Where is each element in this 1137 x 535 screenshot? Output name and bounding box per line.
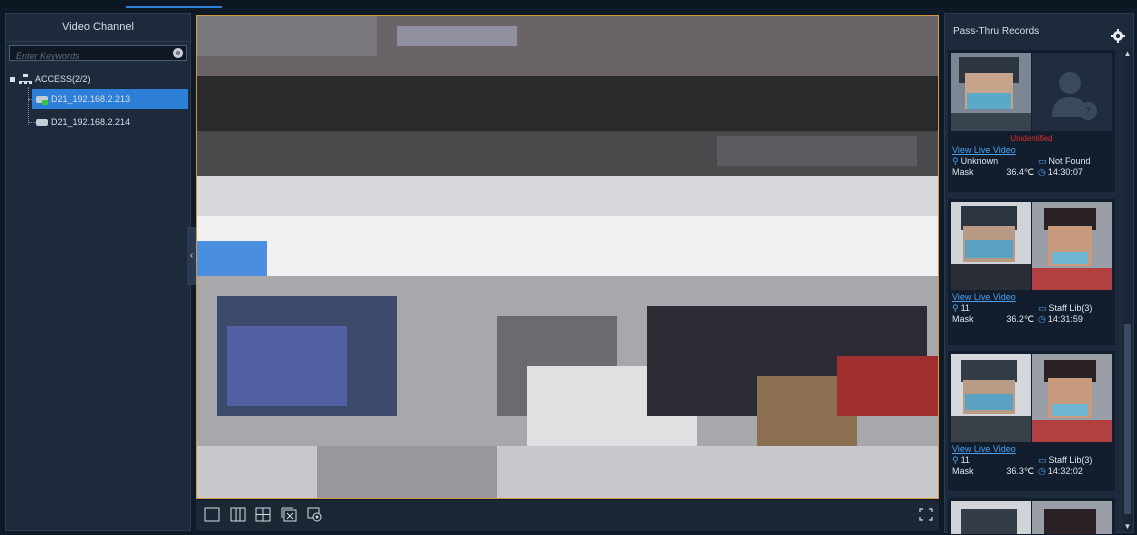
search-input[interactable] xyxy=(10,49,176,63)
record-photos: ? xyxy=(948,50,1115,132)
collapse-icon[interactable] xyxy=(10,76,15,82)
camera-icon xyxy=(36,118,48,126)
library-name: Not Found xyxy=(1048,156,1091,166)
capture-time: 14:30:07 xyxy=(1047,167,1083,177)
library-name: Staff Lib(3) xyxy=(1048,455,1093,465)
clock-icon: ◷ xyxy=(1038,314,1046,324)
panel-title: Video Channel xyxy=(6,14,190,42)
tree-item-camera-1[interactable]: D21_192.168.2.213 xyxy=(32,89,188,109)
tree-item-label: D21_192.168.2.213 xyxy=(51,94,131,104)
library-icon: ▭ xyxy=(1038,455,1047,465)
person-name: Unknown xyxy=(960,156,999,166)
single-view-icon[interactable] xyxy=(204,507,220,522)
captured-face-photo xyxy=(951,354,1031,442)
mask-label: Mask xyxy=(952,167,974,177)
view-live-video-link[interactable]: View Live Video xyxy=(948,443,1115,455)
camera-online-icon xyxy=(36,95,48,105)
record-row: ⚲ 11 ▭ Staff Lib(3) xyxy=(948,455,1115,466)
scrollbar-thumb[interactable] xyxy=(1124,324,1131,514)
four-split-icon[interactable] xyxy=(255,507,271,522)
clock-icon: ◷ xyxy=(1038,466,1046,476)
person-name: 11 xyxy=(960,303,970,313)
svg-text:?: ? xyxy=(1085,105,1091,118)
clear-search-icon[interactable] xyxy=(173,48,183,58)
library-face-photo xyxy=(1032,354,1112,442)
captured-face-photo xyxy=(951,53,1031,131)
clock-icon: ◷ xyxy=(1038,167,1046,177)
gear-icon[interactable] xyxy=(1111,23,1125,43)
collapse-panel-button[interactable]: ‹ xyxy=(187,227,196,285)
library-icon: ▭ xyxy=(1038,303,1047,313)
record-photos xyxy=(948,199,1115,291)
record-photos xyxy=(948,351,1115,443)
record-row: Mask 36.3℃ ◷ 14:32:02 xyxy=(948,466,1115,477)
video-channel-panel: Video Channel ACCESS(2/2) D21_192.168.2.… xyxy=(5,13,191,531)
pass-thru-records-panel: Pass-Thru Records ? Unidentified View Li… xyxy=(944,13,1134,534)
tree-item-label: D21_192.168.2.214 xyxy=(51,117,131,127)
network-icon xyxy=(19,74,32,84)
captured-face-photo xyxy=(951,501,1031,534)
close-all-icon[interactable] xyxy=(281,507,297,522)
record-row: ⚲ 11 ▭ Staff Lib(3) xyxy=(948,303,1115,314)
capture-time: 14:32:02 xyxy=(1047,466,1083,476)
mask-label: Mask xyxy=(952,314,974,324)
capture-time: 14:31:59 xyxy=(1047,314,1083,324)
search-box xyxy=(9,45,187,63)
captured-face-photo xyxy=(951,202,1031,290)
library-face-photo xyxy=(1032,501,1112,534)
snapshot-icon[interactable] xyxy=(307,507,323,522)
record-row: Mask 36.2℃ ◷ 14:31:59 xyxy=(948,314,1115,325)
scroll-down-icon[interactable]: ▼ xyxy=(1123,522,1132,531)
panel-title-text: Pass-Thru Records xyxy=(953,26,1040,37)
tree-node-label: ACCESS(2/2) xyxy=(35,74,91,84)
fullscreen-icon[interactable] xyxy=(918,507,934,522)
mask-label: Mask xyxy=(952,466,974,476)
library-face-photo xyxy=(1032,202,1112,290)
library-icon: ▭ xyxy=(1038,156,1047,166)
scroll-up-icon[interactable]: ▲ xyxy=(1123,49,1132,58)
device-tree: ACCESS(2/2) D21_192.168.2.213 D21_192.16… xyxy=(6,71,190,132)
panel-title: Pass-Thru Records xyxy=(945,14,1133,50)
record-row: ⚲ Unknown ▭ Not Found xyxy=(948,156,1115,167)
person-name: 11 xyxy=(960,455,970,465)
three-split-icon[interactable] xyxy=(230,507,246,522)
record-card[interactable]: View Live Video ⚲ 11 ▭ Staff Lib(3) Mask 36… xyxy=(948,199,1115,345)
temperature: 36.4℃ xyxy=(1006,167,1034,177)
status-badge: Unidentified xyxy=(1010,134,1053,143)
view-live-video-link[interactable]: View Live Video xyxy=(948,291,1115,303)
record-card[interactable]: View Live Video ⚲ 11 ▭ Staff Lib(3) Mask 36… xyxy=(948,351,1115,491)
unknown-person-icon: ? xyxy=(1032,53,1112,131)
person-icon: ⚲ xyxy=(952,156,959,166)
temperature: 36.3℃ xyxy=(1006,466,1034,476)
top-bar xyxy=(0,0,1137,8)
record-card[interactable] xyxy=(948,498,1115,534)
tree-node-access[interactable]: ACCESS(2/2) xyxy=(6,71,190,87)
live-video-view[interactable] xyxy=(196,15,939,499)
person-icon: ⚲ xyxy=(952,303,959,313)
active-tab-indicator xyxy=(126,6,222,8)
record-row: Mask 36.4℃ ◷ 14:30:07 xyxy=(948,167,1115,178)
record-card[interactable]: ? Unidentified View Live Video ⚲ Unknown … xyxy=(948,50,1115,192)
temperature: 36.2℃ xyxy=(1006,314,1034,324)
tree-item-camera-2[interactable]: D21_192.168.2.214 xyxy=(6,112,190,132)
video-toolbar xyxy=(196,500,939,531)
view-live-video-link[interactable]: View Live Video xyxy=(948,144,1115,156)
records-scrollbar[interactable]: ▲ ▼ xyxy=(1123,49,1132,531)
person-icon: ⚲ xyxy=(952,455,959,465)
video-frame xyxy=(197,16,938,498)
library-name: Staff Lib(3) xyxy=(1048,303,1093,313)
